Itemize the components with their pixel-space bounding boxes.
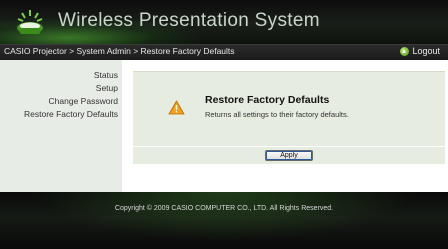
restore-panel: Restore Factory Defaults Returns all set… xyxy=(133,71,445,146)
logout-link[interactable]: Logout xyxy=(400,46,440,56)
app-title: Wireless Presentation System xyxy=(58,10,320,31)
breadcrumb: CASIO Projector > System Admin > Restore… xyxy=(4,46,235,56)
copyright-text: Copyright © 2009 CASIO COMPUTER CO., LTD… xyxy=(114,205,334,212)
panel-title: Restore Factory Defaults xyxy=(205,94,330,106)
sidebar: Status Setup Change Password Restore Fac… xyxy=(0,60,122,192)
sidebar-item-change-password[interactable]: Change Password xyxy=(0,95,122,108)
sidebar-item-setup[interactable]: Setup xyxy=(0,82,122,95)
warning-icon xyxy=(168,100,185,115)
breadcrumb-bar: CASIO Projector > System Admin > Restore… xyxy=(0,44,448,60)
sidebar-item-restore-factory-defaults[interactable]: Restore Factory Defaults xyxy=(0,108,122,121)
sidebar-item-status[interactable]: Status xyxy=(0,69,122,82)
logout-label: Logout xyxy=(412,46,440,56)
main-content: Status Setup Change Password Restore Fac… xyxy=(0,60,448,192)
apply-bar: Apply xyxy=(133,147,445,164)
logout-arrow-icon xyxy=(400,46,410,56)
app-footer: Copyright © 2009 CASIO COMPUTER CO., LTD… xyxy=(0,192,448,249)
panel-description: Returns all settings to their factory de… xyxy=(205,110,349,119)
app-header: Wireless Presentation System xyxy=(0,0,448,44)
projector-logo-icon xyxy=(17,10,43,34)
apply-button[interactable]: Apply xyxy=(265,150,313,161)
footer-glow xyxy=(0,192,448,249)
